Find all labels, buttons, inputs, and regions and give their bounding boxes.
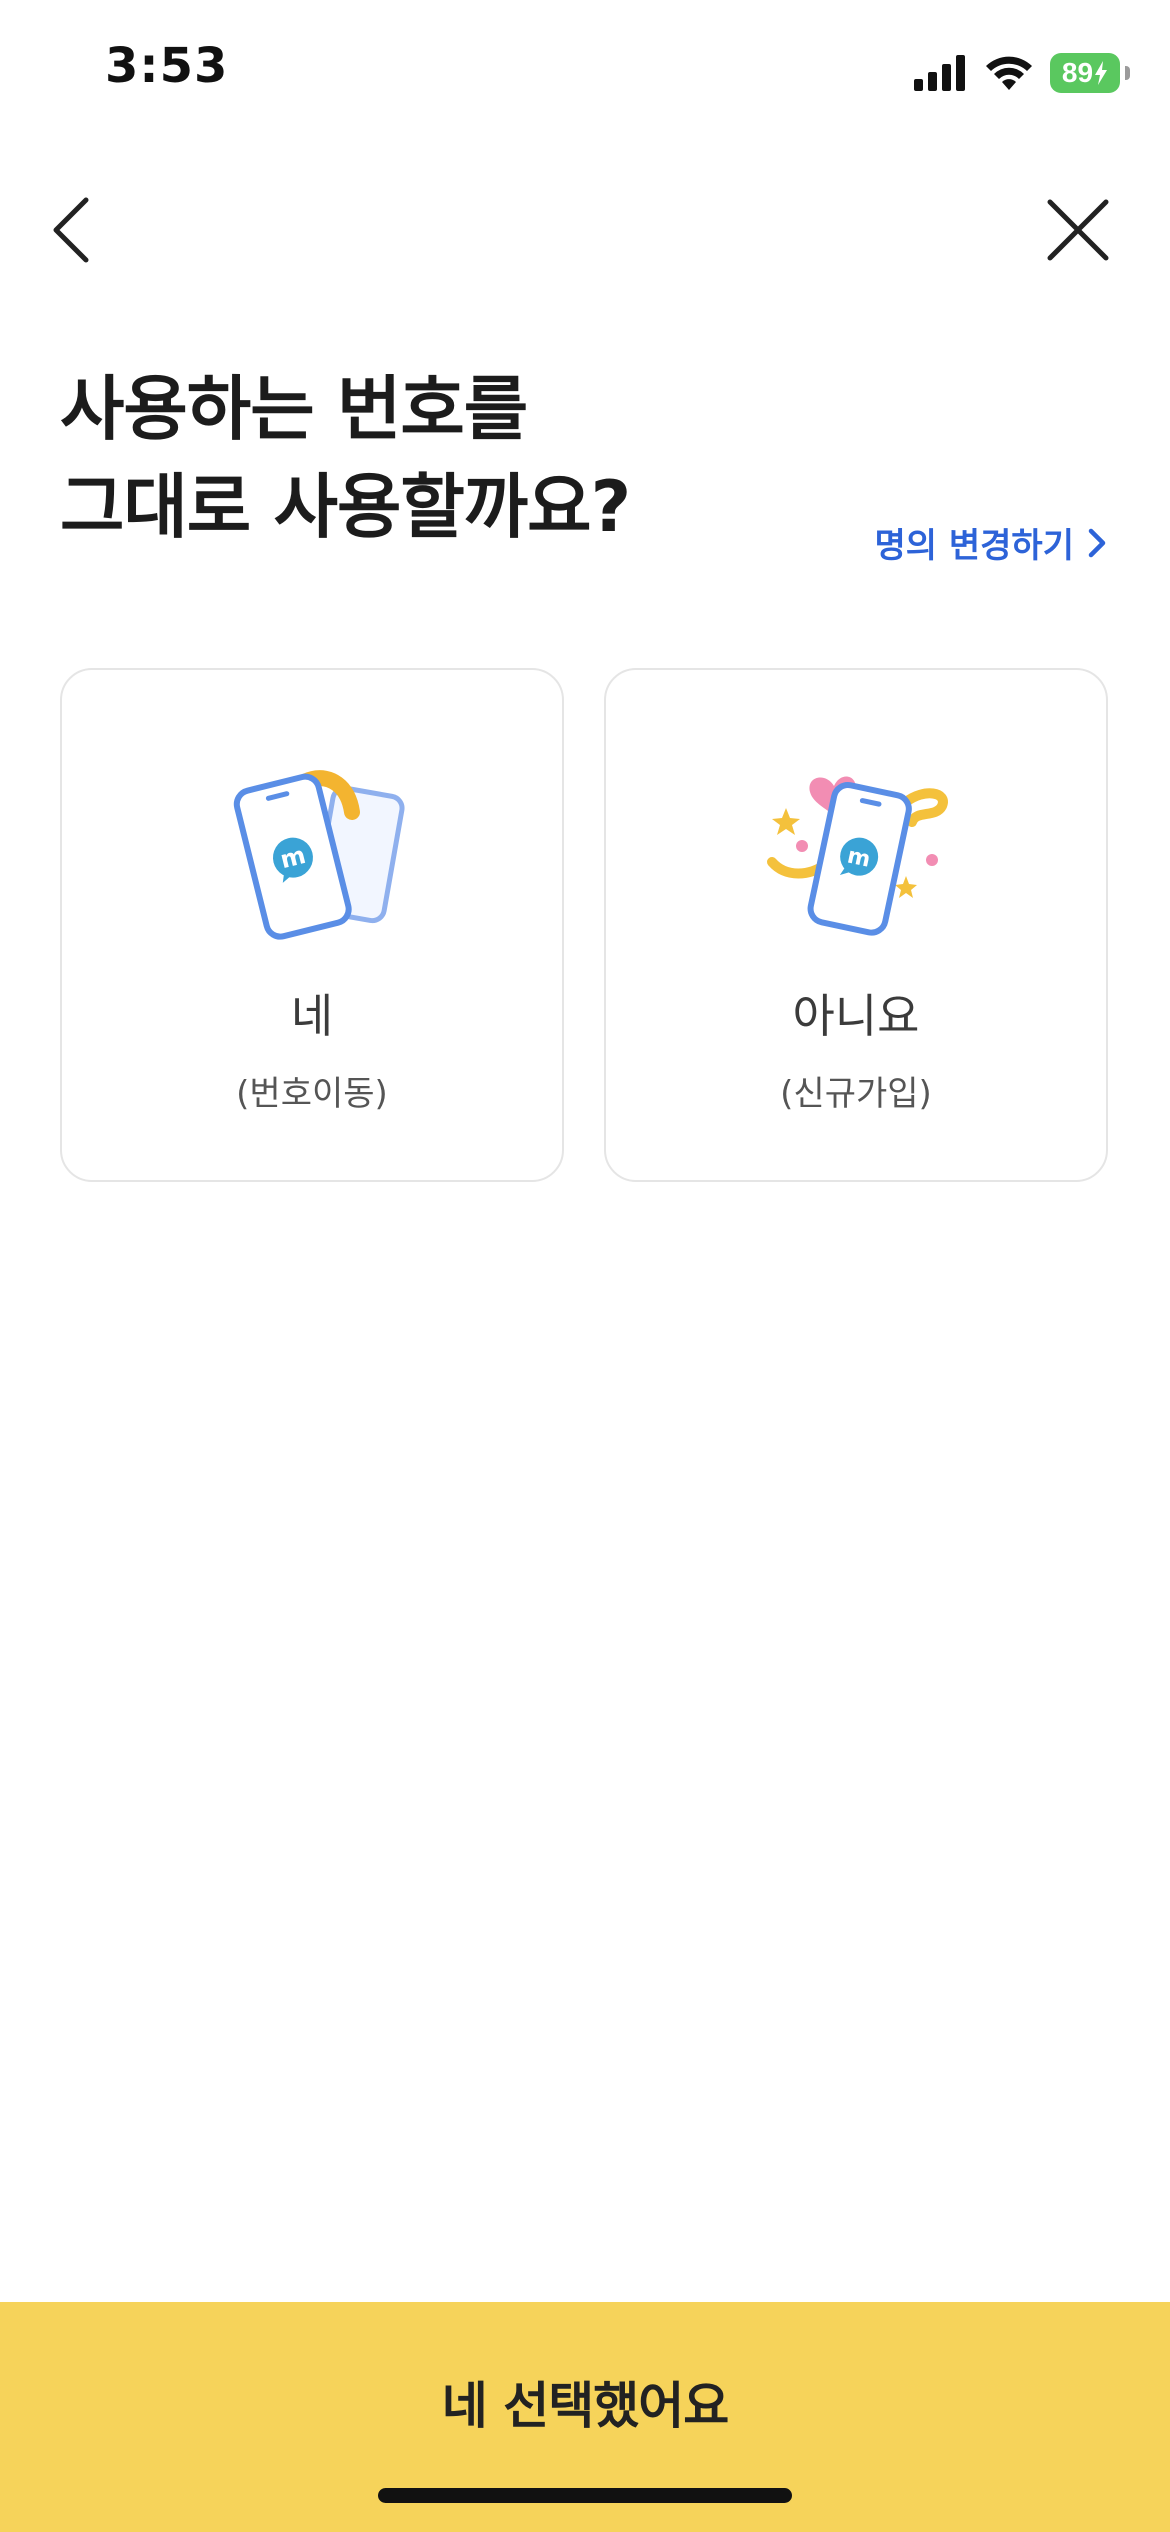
- home-indicator[interactable]: [378, 2488, 792, 2503]
- option-no-subtitle: (신규가입): [780, 1074, 932, 1114]
- cellular-signal-icon: [914, 55, 965, 91]
- battery-charging-icon: 89: [1050, 53, 1130, 93]
- new-phone-celebration-icon: m: [767, 776, 948, 936]
- page-title-line-2: 그대로 사용할까요?: [60, 466, 631, 548]
- confirm-button-label: 네 선택했어요: [441, 2377, 729, 2435]
- option-no-title: 아니요: [792, 989, 920, 1043]
- battery-tip: [1125, 66, 1130, 80]
- option-card-yes[interactable]: m 네 (번호이동): [60, 668, 564, 1182]
- battery-level: 89: [1061, 57, 1094, 88]
- back-button[interactable]: [32, 190, 112, 270]
- status-time: 3:53: [105, 38, 229, 94]
- page-title: 사용하는 번호를 그대로 사용할까요?: [60, 360, 631, 556]
- charging-bolt-icon: [1095, 61, 1108, 85]
- phone-transfer-icon: m: [233, 770, 405, 940]
- close-icon: [1047, 199, 1109, 261]
- chevron-left-icon: [53, 197, 89, 263]
- option-yes-title: 네: [290, 989, 334, 1043]
- status-bar: 3:53 89: [0, 0, 1170, 150]
- name-change-link[interactable]: 명의 변경하기: [874, 518, 1110, 567]
- wifi-icon: [986, 56, 1032, 90]
- page-title-line-1: 사용하는 번호를: [60, 368, 528, 450]
- name-change-label: 명의 변경하기: [874, 526, 1074, 566]
- option-card-no[interactable]: m 아니요 (신규가입): [604, 668, 1108, 1182]
- chevron-right-icon: [1088, 528, 1106, 557]
- option-yes-subtitle: (번호이동): [236, 1074, 388, 1114]
- status-icons: 89: [914, 50, 1130, 96]
- close-button[interactable]: [1038, 190, 1118, 270]
